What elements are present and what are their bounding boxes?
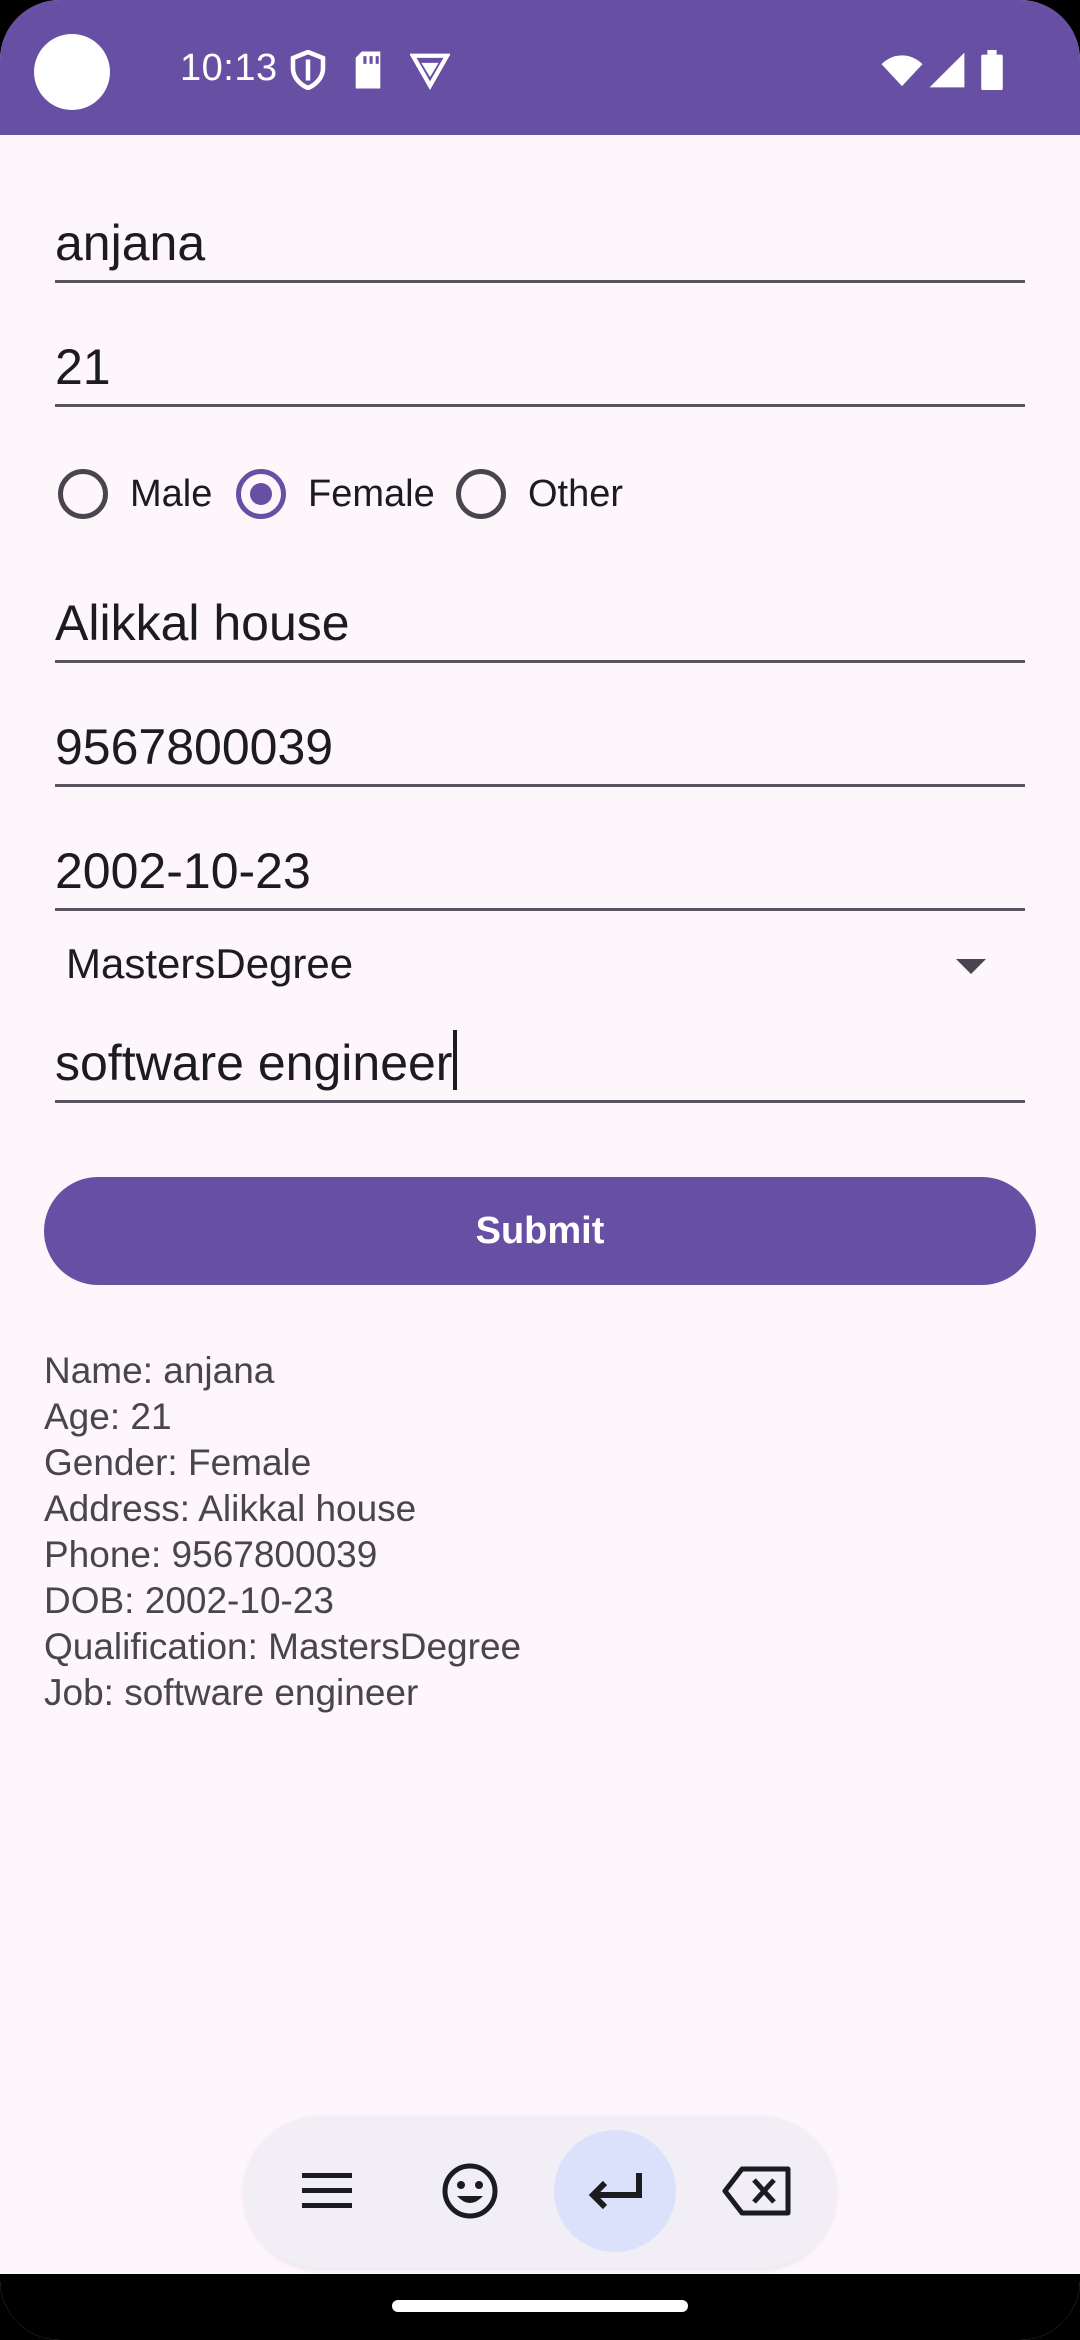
status-time: 10:13 — [180, 47, 278, 89]
battery-icon — [981, 50, 1003, 90]
text-cursor — [453, 1030, 458, 1090]
keyboard-menu-button[interactable] — [266, 2130, 388, 2252]
radio-female[interactable]: Female — [236, 462, 435, 526]
home-handle[interactable] — [392, 2300, 688, 2312]
dob-value: 2002-10-23 — [55, 843, 311, 899]
status-bar: 10:13 — [0, 0, 1080, 135]
radio-other-label: Other — [528, 472, 624, 515]
qualification-dropdown[interactable]: MastersDegree — [66, 935, 1026, 999]
radio-female-circle — [236, 469, 286, 519]
vpn-icon — [410, 53, 450, 90]
result-job: Job: software engineer — [44, 1672, 419, 1713]
gender-radio-group: Male Female Other — [58, 462, 758, 526]
result-address: Address: Alikkal house — [44, 1488, 417, 1529]
keyboard-emoji-button[interactable] — [409, 2130, 531, 2252]
result-age: Age: 21 — [44, 1396, 172, 1437]
shield-icon — [290, 50, 326, 90]
result-phone: Phone: 9567800039 — [44, 1534, 378, 1575]
keyboard-enter-button[interactable] — [554, 2130, 676, 2252]
dropdown-arrow-icon — [956, 959, 986, 974]
name-field[interactable]: anjana — [55, 200, 1025, 283]
radio-male-circle — [58, 469, 108, 519]
wifi-icon — [881, 55, 923, 88]
age-value: 21 — [55, 339, 111, 395]
radio-other-circle — [456, 469, 506, 519]
job-value-wrap: software engineer — [55, 1030, 458, 1092]
radio-female-label: Female — [308, 472, 435, 515]
radio-other[interactable]: Other — [456, 462, 623, 526]
emoji-icon — [442, 2163, 498, 2219]
job-value: software engineer — [55, 1035, 453, 1091]
job-field[interactable]: software engineer — [55, 1020, 1025, 1103]
radio-male-label: Male — [130, 472, 213, 515]
radio-male[interactable]: Male — [58, 462, 212, 526]
result-name: Name: anjana — [44, 1350, 275, 1391]
address-value: Alikkal house — [55, 595, 350, 651]
age-field[interactable]: 21 — [55, 324, 1025, 407]
keyboard-toolbar — [244, 2116, 836, 2268]
qualification-value: MastersDegree — [66, 940, 354, 987]
app-screen: 10:13 anjana 21 Male Female Other Alikka… — [0, 0, 1080, 2340]
phone-field[interactable]: 9567800039 — [55, 704, 1025, 787]
menu-icon — [302, 2173, 352, 2208]
camera-cutout — [34, 34, 110, 110]
result-dob: DOB: 2002-10-23 — [44, 1580, 335, 1621]
dob-field[interactable]: 2002-10-23 — [55, 828, 1025, 911]
phone-value: 9567800039 — [55, 719, 334, 775]
enter-icon — [588, 2173, 642, 2210]
result-qualification: Qualification: MastersDegree — [44, 1626, 522, 1667]
result-output: Name: anjana Age: 21 Gender: Female Addr… — [44, 1348, 521, 1716]
result-gender: Gender: Female — [44, 1442, 312, 1483]
submit-button[interactable]: Submit — [44, 1177, 1036, 1285]
sd-card-icon — [355, 51, 381, 89]
signal-icon — [929, 52, 965, 88]
keyboard-backspace-button[interactable] — [696, 2130, 818, 2252]
address-field[interactable]: Alikkal house — [55, 580, 1025, 663]
backspace-icon — [722, 2166, 791, 2216]
name-value: anjana — [55, 215, 206, 271]
